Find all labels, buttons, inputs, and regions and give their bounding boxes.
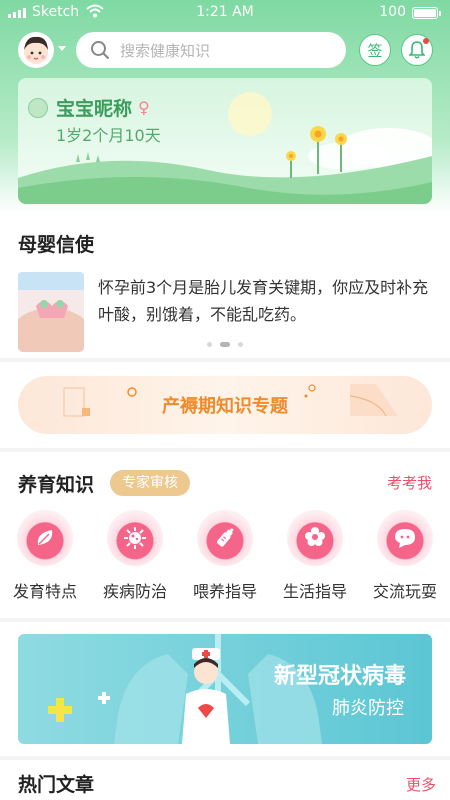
sign-in-button[interactable]: 签 [359,34,391,66]
expert-reviewed-badge: 专家审核 [110,470,190,496]
belly-photo[interactable] [18,272,84,352]
messenger-text[interactable]: 怀孕前3个月是胎儿发育关键期，你应及时补充叶酸，别饿着，不能乱吃药。 [98,274,434,328]
topic-banner-section: 产褥期知识专题 [0,362,450,448]
hot-articles-section: 热门文章 更多 [0,760,450,800]
baby-profile-card[interactable]: 宝宝昵称 ♀ 1岁2个月10天 [18,78,432,204]
category-disease[interactable]: 疾病防治 [90,510,180,602]
category-play[interactable]: 交流玩耍 [360,510,450,602]
search-icon [91,41,109,59]
virus-icon [124,527,146,549]
topic-banner-label: 产褥期知识专题 [162,396,288,417]
status-bar: Sketch 1:21 AM 100 [0,0,450,26]
section-title: 母婴信使 [18,234,95,256]
female-icon: ♀ [138,98,150,117]
more-link[interactable]: 更多 [406,774,436,795]
category-growth[interactable]: 发育特点 [0,510,90,602]
search-bar[interactable]: 搜索健康知识 [76,32,346,68]
search-placeholder: 搜索健康知识 [120,41,211,60]
category-feeding[interactable]: 喂养指导 [180,510,270,602]
avatar[interactable] [18,32,54,68]
leaf-icon [37,530,53,545]
section-title: 养育知识 [18,474,95,496]
chat-bubble-icon [395,529,415,548]
chevron-down-icon[interactable] [58,46,66,51]
category-label: 发育特点 [12,582,77,601]
covid-banner-section: 新型冠状病毒 肺炎防控 [0,622,450,756]
unread-dot [423,38,429,44]
postpartum-topic-banner[interactable]: 产褥期知识专题 [18,376,432,434]
flower-icon [305,527,325,546]
baby-age: 1岁2个月10天 [56,126,161,145]
covid-banner-title: 新型冠状病毒 [273,664,406,689]
category-daily-life[interactable]: 生活指导 [270,510,360,602]
baby-header: 宝宝昵称 ♀ [28,94,150,121]
bell-icon [409,41,425,59]
header: 搜索健康知识 签 [0,30,450,70]
parenting-knowledge-section: 养育知识 专家审核 考考我 发育特点 疾病防治 喂养指导 生活指导 交流玩耍 [0,452,450,618]
category-list: 发育特点 疾病防治 喂养指导 生活指导 交流玩耍 [0,510,450,610]
baby-nickname: 宝宝昵称 [56,98,133,120]
notification-button[interactable] [401,34,433,66]
battery-icon [412,7,441,19]
covid-banner-subtitle: 肺炎防控 [332,698,404,719]
category-label: 生活指导 [282,582,347,601]
covid-prevention-banner[interactable]: 新型冠状病毒 肺炎防控 [18,634,432,744]
baby-face-icon [28,97,48,118]
section-title: 热门文章 [18,774,95,796]
messenger-section: 母婴信使 怀孕前3个月是胎儿发育关键期，你应及时补充叶酸，别饿着，不能乱吃药。 [0,214,450,358]
category-label: 交流玩耍 [372,582,437,601]
bottle-icon [216,528,234,547]
quiz-me-link[interactable]: 考考我 [387,472,432,493]
carousel-indicator [0,342,450,347]
battery-level: 100 [379,4,406,20]
category-label: 喂养指导 [192,582,257,601]
category-label: 疾病防治 [102,582,167,601]
